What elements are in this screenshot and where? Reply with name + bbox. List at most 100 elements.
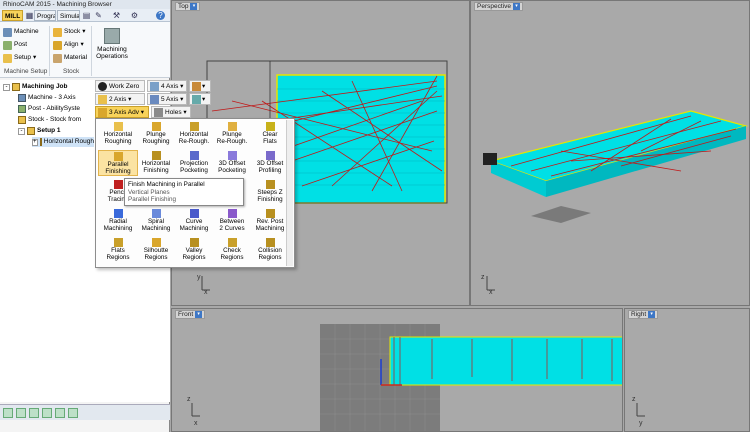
menu-item-spiral-machining[interactable]: Spiral Machining <box>136 208 176 234</box>
menu-item-label: 3D Offset Pocketing <box>218 160 246 174</box>
menu-item-clear-flats[interactable]: Clear Flats <box>250 121 290 147</box>
menu-item-label: Flats Regions <box>106 247 130 261</box>
tool-library-icon[interactable] <box>3 408 13 418</box>
machining-operations-button[interactable]: Machining Operations <box>95 28 129 66</box>
tree-item-post[interactable]: Post - AbilitySyste <box>18 104 80 114</box>
menu-item-projection-pocketing[interactable]: Projection Pocketing <box>174 150 214 176</box>
horizontal-finishing-icon <box>151 151 161 160</box>
setup-button[interactable]: Setup ▾ <box>3 52 36 64</box>
setup-icon <box>3 53 12 63</box>
menu-scrollbar[interactable] <box>286 120 293 266</box>
menu-item-plunge-rerough[interactable]: Plunge Re-Rough. <box>212 121 252 147</box>
collapse-icon[interactable]: - <box>3 83 10 91</box>
three-axis-adv-button[interactable]: 3 Axis Adv ▾ <box>95 106 149 118</box>
menu-item-between-2-curves[interactable]: Between 2 Curves <box>212 208 252 234</box>
menu-item-horizontal-finishing[interactable]: Horizontal Finishing <box>136 150 176 176</box>
viewport-label-front[interactable]: Front ▾ <box>175 310 206 319</box>
menu-item-parallel-finishing[interactable]: Parallel Finishing <box>98 150 138 176</box>
front-viewport[interactable]: x z Front ▾ <box>171 308 623 432</box>
menu-item-radial-machining[interactable]: Radial Machining <box>98 208 138 234</box>
post-button[interactable]: Post <box>3 39 27 51</box>
tree-item-horizontal-roughing[interactable]: + Horizontal Rough <box>32 137 94 147</box>
tab-simulate[interactable]: Simulate <box>57 10 80 21</box>
machining-operations-icon <box>104 28 120 44</box>
menu-item-label: Projection Pocketing <box>179 160 208 174</box>
right-view-canvas: y z <box>632 396 645 427</box>
setup-icon <box>27 127 35 135</box>
expand-icon[interactable]: + <box>32 138 38 146</box>
browser-title: RhinoCAM 2015 - Machining Browser <box>0 0 170 9</box>
menu-item-valley-regions[interactable]: Valley Regions <box>174 237 214 263</box>
tab-mill[interactable]: MILL <box>2 10 24 21</box>
tab-program[interactable]: Program <box>34 10 56 21</box>
menu-item-collision-regions[interactable]: Collision Regions <box>250 237 290 263</box>
menu-item-plunge-roughing[interactable]: Plunge Roughing <box>136 121 176 147</box>
menu-item-label: Check Regions <box>220 247 244 261</box>
viewport-label-top[interactable]: Top ▾ <box>175 2 201 11</box>
tools-icon[interactable]: ✎ <box>94 11 103 20</box>
chevron-down-icon[interactable]: ▾ <box>648 311 656 318</box>
front-view-canvas: x z <box>187 324 622 431</box>
menu-item-rev-post-machining[interactable]: Rev. Post Machining <box>250 208 290 234</box>
spiral-machining-icon <box>151 209 161 218</box>
three-axis-adv-icon <box>98 108 107 117</box>
plunge-roughing-icon <box>151 122 161 131</box>
four-axis-button[interactable]: 4 Axis ▾ <box>147 80 187 92</box>
gear-icon[interactable]: ⚙ <box>130 11 139 20</box>
material-button[interactable]: Material <box>53 52 87 64</box>
tree-item-setup[interactable]: - Setup 1 <box>18 126 60 136</box>
viewport-label-right[interactable]: Right ▾ <box>628 310 659 319</box>
chevron-down-icon: ▾ <box>82 28 86 35</box>
menu-item-label: Curve Machining <box>179 218 209 232</box>
simulate-icon[interactable] <box>16 408 26 418</box>
info-icon[interactable] <box>68 408 78 418</box>
tooltip-line-2: Vertical Planes <box>128 188 170 196</box>
holes-button[interactable]: Holes ▾ <box>151 106 191 118</box>
tools-dropdown-button[interactable]: ▾ <box>189 80 211 92</box>
work-zero-button[interactable]: Work Zero <box>95 80 145 92</box>
menu-item-check-regions[interactable]: Check Regions <box>212 237 252 263</box>
machine-button[interactable]: Machine <box>3 26 39 38</box>
post-process-icon[interactable] <box>42 408 52 418</box>
stock-button[interactable]: Stock ▾ <box>53 26 86 38</box>
module-icon[interactable]: ▦ <box>25 11 34 20</box>
machine-icon <box>18 94 26 102</box>
two-axis-button[interactable]: 2 Axis ▾ <box>95 93 145 105</box>
menu-item-horizontal-roughing[interactable]: Horizontal Roughing <box>98 121 138 147</box>
plunge-rerough-icon <box>227 122 237 131</box>
generate-icon[interactable] <box>29 408 39 418</box>
five-axis-button[interactable]: 5 Axis ▾ <box>147 93 187 105</box>
align-button[interactable]: Align ▾ <box>53 39 84 51</box>
viewport-label-perspective[interactable]: Perspective ▾ <box>474 2 523 11</box>
help-icon[interactable]: ? <box>156 11 165 20</box>
settings-icon[interactable] <box>55 408 65 418</box>
right-viewport[interactable]: y z Right ▾ <box>624 308 750 432</box>
menu-item-3d-offset-profiling[interactable]: 3D Offset Profiling <box>250 150 290 176</box>
machine-icon <box>3 27 12 37</box>
chevron-down-icon[interactable]: ▾ <box>190 3 198 10</box>
tree-item-machining-job[interactable]: - Machining Job <box>3 82 68 92</box>
menu-item-horizontal-rerough[interactable]: Horizontal Re-Rough. <box>174 121 214 147</box>
tooltip: Finish Machining in Parallel Vertical Pl… <box>124 178 244 206</box>
layers-icon[interactable]: ▤ <box>82 11 91 20</box>
holes-icon <box>154 108 163 117</box>
menu-item-label: Collision Regions <box>258 247 282 261</box>
tree-item-stock[interactable]: Stock - Stock from <box>18 115 81 125</box>
front-axis-gizmo: x z <box>187 396 200 427</box>
menu-item-silhoutte-regions[interactable]: Silhoutte Regions <box>136 237 176 263</box>
collapse-icon[interactable]: - <box>18 127 25 135</box>
perspective-viewport[interactable]: x z Perspective ▾ <box>470 0 750 306</box>
menu-item-steeps-z-finishing[interactable]: Steeps Z Finishing <box>250 179 290 205</box>
3d-offset-profiling-icon <box>265 151 275 160</box>
clear-flats-icon <box>265 122 275 131</box>
chevron-down-icon[interactable]: ▾ <box>512 3 520 10</box>
svg-text:y: y <box>197 274 201 281</box>
menu-item-label: Horizontal Re-Rough. <box>178 131 210 145</box>
chevron-down-icon[interactable]: ▾ <box>195 311 203 318</box>
menu-item-curve-machining[interactable]: Curve Machining <box>174 208 214 234</box>
tree-item-machine[interactable]: Machine - 3 Axis <box>18 93 76 103</box>
wrench-icon[interactable]: ⚒ <box>112 11 121 20</box>
more-dropdown-button[interactable]: ▾ <box>189 93 211 105</box>
menu-item-3d-offset-pocketing[interactable]: 3D Offset Pocketing <box>212 150 252 176</box>
menu-item-flats-regions[interactable]: Flats Regions <box>98 237 138 263</box>
